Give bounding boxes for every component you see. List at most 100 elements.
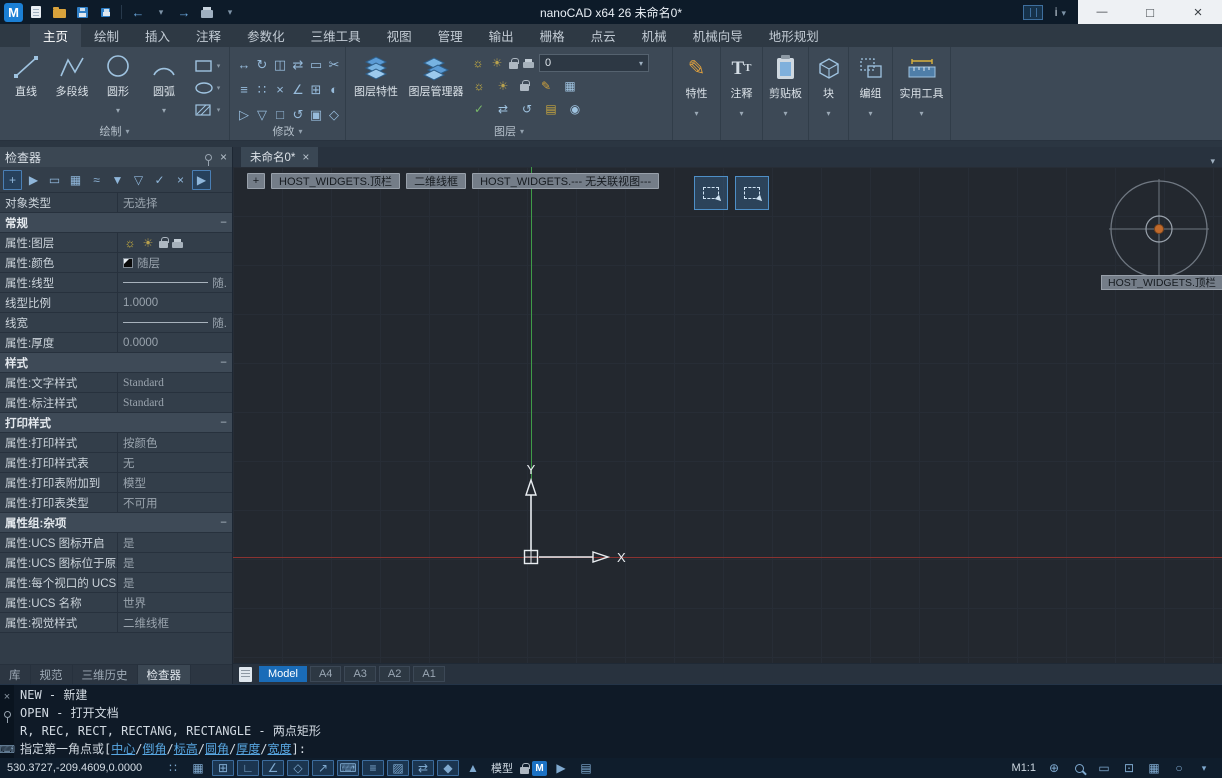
property-value[interactable]: 0.0000 xyxy=(123,337,158,349)
break-icon[interactable] xyxy=(325,77,343,102)
dynamic-input-icon[interactable] xyxy=(337,760,359,776)
3d-object-snap-icon[interactable] xyxy=(437,760,459,776)
ribbon-group-properties[interactable]: 特性 xyxy=(673,47,721,140)
qat-dropdown-icon[interactable] xyxy=(220,2,240,22)
collapse-icon[interactable] xyxy=(220,217,227,229)
property-value[interactable]: 无选择 xyxy=(123,195,158,211)
layout-tab-a4[interactable]: A4 xyxy=(309,666,342,682)
quick-filter-icon[interactable] xyxy=(129,170,148,190)
ribbon-tab-annotate[interactable]: 注释 xyxy=(183,24,234,47)
collapse-icon[interactable] xyxy=(220,357,227,369)
group-label-layers[interactable]: 图层 xyxy=(346,123,672,139)
property-row[interactable]: 线型比例 1.0000 xyxy=(0,293,232,313)
erase-icon[interactable] xyxy=(271,77,289,102)
space-indicator[interactable]: 模型 xyxy=(487,760,517,776)
offset-icon[interactable] xyxy=(289,52,307,77)
clear-selection-icon[interactable] xyxy=(171,170,190,190)
property-value[interactable]: 随层 xyxy=(137,255,160,271)
property-value[interactable]: 随. xyxy=(212,275,227,291)
navigation-circle-icon[interactable] xyxy=(1168,760,1190,776)
transparency-icon[interactable] xyxy=(387,760,409,776)
viewports-icon[interactable] xyxy=(1143,760,1165,776)
undo-dropdown-icon[interactable] xyxy=(151,2,171,22)
apply-filter-icon[interactable] xyxy=(150,170,169,190)
status-menu-icon[interactable] xyxy=(1193,760,1215,776)
ribbon-tab-manage[interactable]: 管理 xyxy=(425,24,476,47)
chamfer-icon[interactable] xyxy=(289,77,307,102)
layer-isolate-icon[interactable] xyxy=(568,102,582,116)
section-header-misc[interactable]: 属性组:杂项 xyxy=(0,513,232,533)
ribbon-group-block[interactable]: 块 xyxy=(809,47,849,140)
tool-polyline[interactable]: 多段线 xyxy=(49,49,95,125)
explode-icon[interactable] xyxy=(307,77,325,102)
viewport-plus-button[interactable]: + xyxy=(247,173,265,189)
property-value[interactable]: Standard xyxy=(123,377,164,389)
hatch-tool-button[interactable] xyxy=(189,100,225,119)
undo-icon[interactable] xyxy=(128,2,148,22)
rectangle-tool-button[interactable] xyxy=(189,56,225,75)
property-row[interactable]: 属性:标注样式 Standard xyxy=(0,393,232,413)
array-rect-icon[interactable] xyxy=(253,77,271,102)
tool-circle[interactable]: 圆形 xyxy=(95,49,141,125)
current-layer-combo[interactable]: 0 xyxy=(539,54,649,72)
pointer-icon[interactable] xyxy=(24,170,43,190)
layer-on-icon[interactable] xyxy=(123,236,137,250)
array-icon[interactable] xyxy=(235,77,253,102)
prompt-option[interactable]: 宽度 xyxy=(267,742,291,756)
mirror-icon[interactable] xyxy=(271,52,289,77)
property-row[interactable]: 属性:视觉样式 二维线框 xyxy=(0,613,232,633)
property-row[interactable]: 属性:打印表附加到 模型 xyxy=(0,473,232,493)
info-menu[interactable]: i xyxy=(1051,5,1078,19)
property-row[interactable]: 属性:打印表类型 不可用 xyxy=(0,493,232,513)
stretch-icon[interactable] xyxy=(307,52,325,77)
property-row[interactable]: 属性:打印样式表 无 xyxy=(0,453,232,473)
layer-freeze-icon[interactable] xyxy=(490,56,504,70)
annotation-monitor-icon[interactable]: M xyxy=(532,760,547,776)
ribbon-tab-terrain[interactable]: 地形规划 xyxy=(756,24,832,47)
chevron-down-icon[interactable] xyxy=(739,103,743,121)
layout-tab-a2[interactable]: A2 xyxy=(378,666,411,682)
ribbon-tab-raster[interactable]: 栅格 xyxy=(527,24,578,47)
layer-previous-icon[interactable] xyxy=(520,102,534,116)
property-value[interactable]: Standard xyxy=(123,397,164,409)
zoom-extents-icon[interactable] xyxy=(1118,760,1140,776)
command-history[interactable]: NEW - 新建 OPEN - 打开文档 R, REC, RECT, RECTA… xyxy=(14,685,1222,758)
property-row[interactable]: 属性:UCS 图标位于原点 是 xyxy=(0,553,232,573)
chevron-down-icon[interactable] xyxy=(868,103,872,121)
save-all-icon[interactable] xyxy=(95,2,115,22)
property-value[interactable]: 不可用 xyxy=(123,495,158,511)
pick-mode-icon[interactable] xyxy=(192,169,211,190)
property-value[interactable]: 随. xyxy=(212,315,227,331)
chevron-down-icon[interactable] xyxy=(783,103,787,121)
snap-mode-icon[interactable] xyxy=(212,760,234,776)
section-header-general[interactable]: 常规 xyxy=(0,213,232,233)
group-label-modify[interactable]: 修改 xyxy=(230,123,345,139)
property-row[interactable]: 属性:UCS 名称 世界 xyxy=(0,593,232,613)
layer-lock-icon[interactable] xyxy=(509,57,519,69)
layer-unlock-icon[interactable] xyxy=(520,80,530,91)
ribbon-group-annotate[interactable]: 注释 xyxy=(721,47,763,140)
save-icon[interactable] xyxy=(72,2,92,22)
close-icon[interactable] xyxy=(4,688,10,706)
print-icon[interactable] xyxy=(197,2,217,22)
tab-3d-history[interactable]: 三维历史 xyxy=(73,665,138,684)
property-row[interactable]: 属性:线型 随. xyxy=(0,273,232,293)
workspace-icon[interactable] xyxy=(1022,4,1043,20)
window-selection-icon[interactable] xyxy=(694,176,728,210)
ribbon-tab-home[interactable]: 主页 xyxy=(30,24,82,47)
layer-set-current-icon[interactable] xyxy=(472,102,486,116)
polar-tracking-icon[interactable] xyxy=(262,760,284,776)
property-value[interactable]: 二维线框 xyxy=(123,615,169,631)
ribbon-tab-mechanical[interactable]: 机械 xyxy=(629,24,680,47)
filter-icon[interactable] xyxy=(108,170,127,190)
layer-toggle-icon[interactable] xyxy=(472,79,486,93)
layer-lock-icon[interactable] xyxy=(159,237,169,248)
property-row[interactable]: 属性:每个视口的 UCS 是 xyxy=(0,573,232,593)
drawing-canvas[interactable]: X Y + HOST_WIDGETS.顶栏 二维线框 HOST_WIDGETS.… xyxy=(233,167,1222,663)
viewport-name-button[interactable]: HOST_WIDGETS.顶栏 xyxy=(271,173,401,189)
tab-standards[interactable]: 规范 xyxy=(31,665,73,684)
ellipse-tool-button[interactable] xyxy=(189,78,225,97)
close-panel-icon[interactable] xyxy=(220,150,227,164)
section-header-plot-style[interactable]: 打印样式 xyxy=(0,413,232,433)
group-label-draw[interactable]: 绘制 xyxy=(0,123,229,139)
